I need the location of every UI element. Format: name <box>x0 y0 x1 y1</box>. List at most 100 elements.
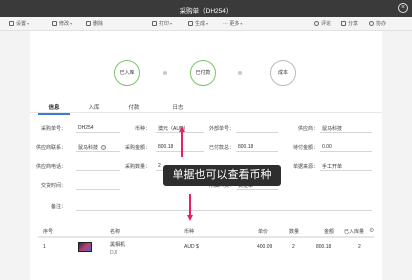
printer-icon <box>152 20 157 26</box>
pending-label: 待付金额： <box>292 145 318 151</box>
amount-value: 800.18 <box>158 144 174 150</box>
field-underline <box>320 132 372 133</box>
main-area: 已入库 已付款 成本 信息 入库 付款 日志 采购单号： DH254 币种： 澳… <box>0 31 412 280</box>
supplier-value: 鼠马科技 <box>322 126 343 132</box>
gear-icon <box>9 20 14 26</box>
tab-info[interactable]: 信息 <box>34 103 74 115</box>
delivery-label: 交货时间： <box>40 183 66 189</box>
field-underline <box>156 151 204 152</box>
chevron-down-icon: ▾ <box>170 21 173 26</box>
phone-label: 供应商电话： <box>35 164 66 170</box>
arrowhead-down-icon <box>186 215 193 221</box>
step-cost: 成本 <box>270 60 296 86</box>
field-underline <box>236 132 278 133</box>
share-icon <box>341 20 346 26</box>
tab-inbound[interactable]: 入库 <box>74 103 114 111</box>
chevron-down-icon: ▾ <box>206 21 209 26</box>
amount-label: 采购金额： <box>124 145 150 151</box>
col-seq: 序号 <box>43 229 54 235</box>
source-value: 手工开单 <box>322 164 343 170</box>
col-name: 名称 <box>110 229 121 235</box>
field-underline <box>236 189 278 190</box>
order-no-label: 采购单号： <box>40 126 66 132</box>
col-qty: 数量 <box>289 229 300 235</box>
row-amount: 800.18 <box>316 244 332 250</box>
tab-bar: 信息 入库 付款 日志 <box>30 100 382 115</box>
window-title: 采购单（DH254） <box>179 8 233 15</box>
field-underline <box>76 210 372 211</box>
step-connector <box>163 71 167 75</box>
supplier-label: 供应商： <box>297 126 318 132</box>
toolbar: 设置▾ 修改▾ 删除 打印▾ 生成▾ ··· 更多▾ 评论 分享 协办 <box>0 17 412 31</box>
collab-label: 协办 <box>376 21 387 27</box>
tab-log[interactable]: 日志 <box>158 103 198 111</box>
field-underline <box>320 151 372 152</box>
share-label: 分享 <box>348 21 359 27</box>
total-paid-value: 800.18 <box>238 144 254 150</box>
annotation-arrow-up <box>181 131 183 157</box>
trash-icon <box>86 20 91 26</box>
chevron-down-icon: ▾ <box>27 21 30 26</box>
generate-button[interactable]: 生成▾ <box>188 20 208 28</box>
settings-label: 设置 <box>16 21 27 27</box>
col-currency: 币种 <box>184 229 195 235</box>
settings-button[interactable]: 设置▾ <box>9 20 29 28</box>
qty-label: 采购数量： <box>124 164 150 170</box>
arrowhead-up-icon <box>178 126 185 132</box>
window-titlebar: 采购单（DH254） × <box>0 0 412 17</box>
contact-value: 鼠马科技? <box>78 144 107 151</box>
source-label: 单据来源： <box>292 164 318 170</box>
step-stocked: 已入库 <box>114 60 140 86</box>
field-underline <box>76 189 120 190</box>
row-currency: AUD $ <box>184 244 199 250</box>
field-underline <box>76 170 120 171</box>
row-sku: DJI <box>110 250 118 256</box>
generate-label: 生成 <box>195 21 206 27</box>
col-stocked: 已入库量 <box>344 229 365 235</box>
annotation-caption: 单据也可以查看币种 <box>163 165 281 186</box>
field-underline <box>236 151 278 152</box>
edit-button[interactable]: 修改▾ <box>52 20 72 28</box>
field-underline <box>76 151 120 152</box>
table-divider <box>38 237 374 238</box>
pending-value: 0.00 <box>322 144 332 150</box>
chevron-down-icon: ▾ <box>240 21 243 26</box>
chevron-down-icon: ▾ <box>70 21 73 26</box>
print-button[interactable]: 打印▾ <box>152 20 172 28</box>
collab-button[interactable]: 协办 <box>369 20 386 28</box>
gear-icon[interactable]: ⚙ <box>369 227 374 234</box>
field-underline <box>76 132 120 133</box>
annotation-arrow-down <box>189 194 191 216</box>
total-paid-label: 已付款总： <box>208 145 234 151</box>
row-seq: 1 <box>43 244 46 250</box>
row-qty: 2 <box>292 244 295 250</box>
comment-icon <box>314 20 319 26</box>
plus-icon <box>188 20 193 26</box>
comment-label: 评论 <box>321 21 332 27</box>
tab-payment[interactable]: 付款 <box>114 103 154 111</box>
edit-label: 修改 <box>59 21 70 27</box>
collab-icon <box>369 20 374 26</box>
col-amount: 金额 <box>324 229 335 235</box>
field-underline <box>320 170 372 171</box>
more-button[interactable]: ··· 更多▾ <box>223 20 242 28</box>
close-icon[interactable]: × <box>398 3 408 13</box>
field-underline <box>156 132 204 133</box>
currency-label: 币种： <box>134 126 150 132</box>
delete-button[interactable]: 删除 <box>86 20 103 28</box>
delete-label: 删除 <box>93 21 104 27</box>
comment-button[interactable]: 评论 <box>314 20 331 28</box>
table-header-divider <box>38 236 374 237</box>
help-icon[interactable]: ? <box>101 145 107 150</box>
edit-icon <box>52 20 57 26</box>
row-name: 黑相机 <box>110 242 126 248</box>
step-connector <box>238 71 242 75</box>
step-paid: 已付款 <box>190 60 216 86</box>
contact-label: 供应商联系： <box>35 145 66 151</box>
product-thumbnail <box>78 242 92 252</box>
order-no-value: DH254 <box>78 125 94 131</box>
col-price: 单价 <box>258 229 269 235</box>
print-label: 打印 <box>159 21 170 27</box>
share-button[interactable]: 分享 <box>341 20 358 28</box>
ext-no-label: 外部单号： <box>208 126 234 132</box>
